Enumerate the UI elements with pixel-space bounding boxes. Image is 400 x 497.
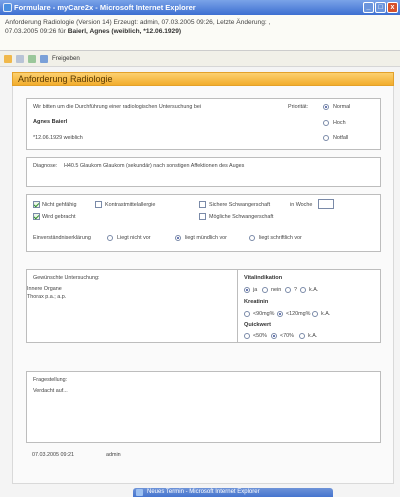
einverstaendnis-schriftlich-radio[interactable] xyxy=(249,235,255,241)
kreatinin-title: Kreatinin xyxy=(244,299,269,305)
quickwert-ka-label: k.A. xyxy=(308,333,318,339)
close-button[interactable]: x xyxy=(387,2,398,13)
internet-explorer-icon xyxy=(136,489,143,496)
quickwert-50-radio[interactable] xyxy=(244,333,250,339)
browser-window: Formulare - myCare2x - Microsoft Interne… xyxy=(0,0,400,497)
vital-nein-label: nein xyxy=(271,287,282,293)
question-label: Fragestellung: xyxy=(33,377,68,383)
kreatinin-90-radio[interactable] xyxy=(244,311,250,317)
vital-unknown-radio[interactable] xyxy=(285,287,291,293)
question-section[interactable]: Fragestellung: Verdacht auf... xyxy=(26,371,381,443)
vitalindikation-title: Vitalindikation xyxy=(244,275,283,281)
vital-ja-label: ja xyxy=(253,287,258,293)
footer-user: admin xyxy=(106,452,121,458)
request-section: Wir bitten um die Durchführung einer rad… xyxy=(26,98,381,150)
background-window-title: Neues Termin - Microsoft Internet Explor… xyxy=(147,489,260,495)
kreatinin-ka-radio[interactable] xyxy=(312,311,318,317)
print-icon[interactable] xyxy=(16,54,24,63)
vital-ka-radio[interactable] xyxy=(300,287,306,293)
kontrastmittelallergie-checkbox[interactable] xyxy=(95,201,102,208)
form-panel: Wir bitten um die Durchführung einer rad… xyxy=(12,86,394,484)
moegliche-schwangerschaft-label: Mögliche Schwangerschaft xyxy=(209,214,274,220)
priority-normal-label: Normal xyxy=(333,104,351,110)
kreatinin-90-label: <90mg% xyxy=(253,311,275,317)
einverstaendnis-muendlich-label: liegt mündlich vor xyxy=(185,235,227,241)
einverstaendnis-label: Einverständniserklärung xyxy=(33,235,91,241)
diagnosis-section: Diagnose: H40.5 Glaukom Glaukom (sekundä… xyxy=(26,157,381,187)
kreatinin-ka-label: k.A. xyxy=(321,311,331,317)
einverstaendnis-nicht-radio[interactable] xyxy=(107,235,113,241)
einverstaendnis-muendlich-radio[interactable] xyxy=(175,235,181,241)
internet-explorer-icon xyxy=(3,3,12,12)
sichere-schwangerschaft-label: Sichere Schwangerschaft xyxy=(209,202,271,208)
diagnosis-value[interactable]: H40.5 Glaukom Glaukom (sekundär) nach so… xyxy=(64,163,244,169)
window-title: Formulare - myCare2x - Microsoft Interne… xyxy=(14,3,196,12)
window-titlebar[interactable]: Formulare - myCare2x - Microsoft Interne… xyxy=(0,0,400,15)
priority-label: Priorität: xyxy=(288,104,309,110)
einverstaendnis-schriftlich-label: liegt schriftlich vor xyxy=(259,235,302,241)
kreatinin-120-label: <120mg% xyxy=(286,311,311,317)
examination-line-2: Thorax p.a.; a.p. xyxy=(27,294,67,300)
wird-gebracht-checkbox[interactable] xyxy=(33,213,40,220)
wird-gebracht-label: Wird gebracht xyxy=(42,214,76,220)
release-icon[interactable] xyxy=(40,54,48,63)
priority-hoch-label: Hoch xyxy=(333,120,346,126)
vital-ka-label: k.A. xyxy=(309,287,319,293)
form-header: Anforderung Radiologie xyxy=(12,72,394,86)
vital-section: Vitalindikation ja nein ? k.A. Kreatinin… xyxy=(237,269,381,343)
vital-ja-radio[interactable] xyxy=(244,287,250,293)
examination-section[interactable]: Gewünschte Untersuchung: Innere Organe T… xyxy=(26,269,238,343)
priority-hoch-radio[interactable] xyxy=(323,120,329,126)
priority-notfall-label: Notfall xyxy=(333,135,349,141)
diagnosis-label: Diagnose: xyxy=(33,163,58,169)
nicht-gehfaehig-label: Nicht gehfähig xyxy=(42,202,77,208)
question-value: Verdacht auf... xyxy=(33,388,68,394)
examination-label: Gewünschte Untersuchung: xyxy=(33,275,100,281)
maximize-button[interactable]: □ xyxy=(375,2,386,13)
conditions-section: Nicht gehfähig Kontrastmittelallergie Si… xyxy=(26,194,381,252)
priority-notfall-radio[interactable] xyxy=(323,135,329,141)
background-window-titlebar[interactable]: Neues Termin - Microsoft Internet Explor… xyxy=(133,488,333,497)
patient-heading: Baierl, Agnes (weiblich, *12.06.1929) xyxy=(67,28,182,35)
kreatinin-120-radio[interactable] xyxy=(277,311,283,317)
quickwert-70-radio[interactable] xyxy=(271,333,277,339)
week-input[interactable] xyxy=(318,199,334,209)
vital-unknown-label: ? xyxy=(294,287,297,293)
patient-info: *12.06.1929 weiblich xyxy=(33,135,83,141)
vital-nein-radio[interactable] xyxy=(262,287,268,293)
info-line-2: 07.03.2005 09:26 für Baierl, Agnes (weib… xyxy=(5,28,182,35)
priority-normal-radio[interactable] xyxy=(323,104,329,110)
form-toolbar: Freigeben xyxy=(0,51,400,67)
release-button[interactable]: Freigeben xyxy=(52,55,80,62)
nicht-gehfaehig-checkbox[interactable] xyxy=(33,201,40,208)
examination-line-1: Innere Organe xyxy=(27,286,62,292)
quickwert-70-label: <70% xyxy=(280,333,294,339)
minimize-button[interactable]: _ xyxy=(363,2,374,13)
document-info-bar: Anforderung Radiologie (Version 14) Erze… xyxy=(0,15,400,51)
patient-name: Agnes Baierl xyxy=(33,119,68,125)
kontrastmittelallergie-label: Kontrastmittelallergie xyxy=(105,202,156,208)
quickwert-title: Quickwert xyxy=(244,322,272,328)
quickwert-50-label: <50% xyxy=(253,333,267,339)
footer-timestamp: 07.03.2005 09:21 xyxy=(32,452,74,458)
quickwert-ka-radio[interactable] xyxy=(299,333,305,339)
in-woche-label: in Woche xyxy=(290,202,313,208)
moegliche-schwangerschaft-checkbox[interactable] xyxy=(199,213,206,220)
check-icon[interactable] xyxy=(28,54,36,63)
save-icon[interactable] xyxy=(4,54,12,63)
sichere-schwangerschaft-checkbox[interactable] xyxy=(199,201,206,208)
info-line-1: Anforderung Radiologie (Version 14) Erze… xyxy=(5,19,271,26)
request-intro: Wir bitten um die Durchführung einer rad… xyxy=(33,104,202,110)
einverstaendnis-nicht-label: Liegt nicht vor xyxy=(117,235,151,241)
